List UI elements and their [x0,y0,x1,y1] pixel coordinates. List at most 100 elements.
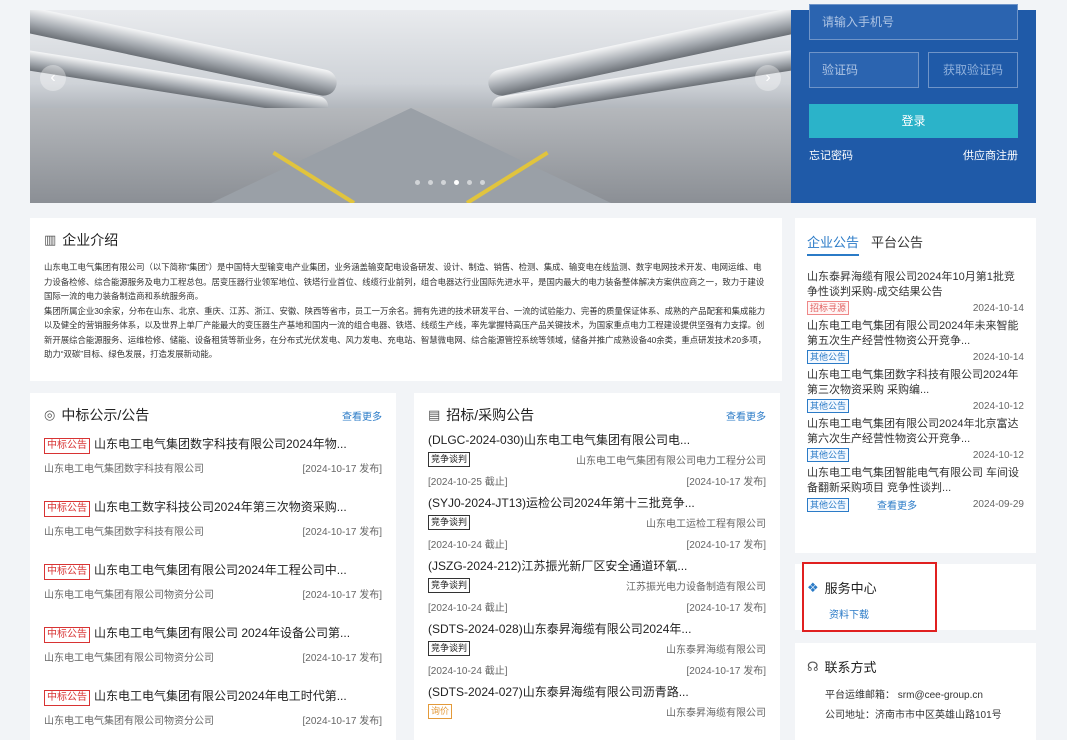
tender-item-deadline: [2024-10-24 截止] [428,603,508,614]
forgot-password-link[interactable]: 忘记密码 [809,147,853,163]
list-item[interactable]: 山东泰昇海缆有限公司2024年10月第1批竞争性谈判采购-成交结果公告 招标寻源 2… [807,270,1024,315]
announcement-date: 2024-10-12 [972,400,1024,412]
tender-item-deadline: [2024-10-24 截止] [428,540,508,551]
get-code-button[interactable]: 获取验证码 [928,52,1018,88]
tender-badge: 竞争谈判 [428,578,471,593]
list-item[interactable]: 中标公告 山东电工电气集团数字科技有限公司2024年物... 山东电工电气集团数字科… [44,435,382,498]
headset-icon: ☊ [807,658,819,674]
list-item[interactable]: 中标公告 山东电工电气集团有限公司2024年电工时代第... 山东电工电气集团有限公… [44,687,382,740]
announcement-meta: 招标寻源 2024-10-14 [807,301,1024,315]
carousel-dot-active[interactable] [454,180,459,185]
winning-item-title-row: 中标公告 山东电工电气集团数字科技有限公司2024年物... [44,435,382,454]
tender-item-dates: [2024-10-24 截止] [2024-10-17 发布] [428,536,766,551]
winning-item-org: 山东电工电气集团数字科技有限公司 [44,527,204,538]
winning-item-org: 山东电工电气集团有限公司物资分公司 [44,653,214,664]
document-icon: ▤ [428,407,441,422]
carousel-dot[interactable] [428,180,433,185]
tender-item-org: 江苏振光电力设备制造有限公司 [626,582,766,593]
winning-item-date: [2024-10-17 发布] [302,590,383,601]
carousel-dot[interactable] [415,180,420,185]
announcement-list: 山东泰昇海缆有限公司2024年10月第1批竞争性谈判采购-成交结果公告 招标寻源 2… [807,270,1024,512]
winning-bids-card: ◎ 中标公示/公告 查看更多 中标公告 山东电工电气集团数字科技有限公司2024年… [30,393,396,740]
tender-item-title[interactable]: (DLGC-2024-030)山东电工电气集团有限公司电... [428,431,766,448]
contact-address: 公司地址：济南市市中区英雄山路101号 [825,710,1002,721]
carousel-prev-icon[interactable]: ‹ [40,65,66,91]
tender-list: (DLGC-2024-030)山东电工电气集团有限公司电... 竞争谈判 山东电工电… [428,431,766,740]
winning-item-meta: 山东电工电气集团数字科技有限公司 [2024-10-17 发布] [44,460,382,475]
announcement-meta-left: 其他公告 [807,399,850,413]
list-item[interactable]: (SYJ0-2024-JT13)运检公司2024年第十三批竞争... 竞争谈判 山东… [428,494,766,557]
winning-item-title[interactable]: 山东电工电气集团数字科技有限公司2024年物... [94,437,347,451]
carousel-next-icon[interactable]: › [755,65,781,91]
tender-item-org: 山东电工电气集团有限公司电力工程分公司 [576,456,766,467]
list-item[interactable]: 山东电工电气集团数字科技有限公司2024年第三次物资采购 采购编... 其他公告 2… [807,368,1024,413]
announcement-tabs: 企业公告 平台公告 [807,232,1024,256]
list-item[interactable]: (SDTS-2024-028)山东泰昇海缆有限公司2024年... 竞争谈判 山东泰… [428,620,766,683]
list-item[interactable]: (DLGC-2024-030)山东电工电气集团有限公司电... 竞争谈判 山东电工电… [428,431,766,494]
contact-title: 联系方式 [824,660,877,675]
winning-item-date: [2024-10-17 发布] [302,653,383,664]
announcement-meta: 其他公告 2024-10-12 [807,448,1024,462]
phone-input[interactable] [809,4,1018,40]
list-item[interactable]: (JSZG-2024-212)江苏振光新厂区安全通道环氧... 竞争谈判 江苏振光电… [428,557,766,620]
announcement-meta: 其他公告 2024-10-12 [807,399,1024,413]
announcement-badge: 招标寻源 [807,301,850,315]
announcement-title[interactable]: 山东电工电气集团有限公司2024年未来智能第五次生产经营性物资公开竞争... [807,319,1024,349]
announcements-more-link[interactable]: 查看更多 [877,497,917,512]
banner-carousel[interactable]: ‹ › [30,10,791,203]
winning-item-meta: 山东电工电气集团有限公司物资分公司 [2024-10-17 发布] [44,712,382,727]
highlight-box [802,562,937,632]
tab-enterprise-announcements[interactable]: 企业公告 [807,232,860,256]
intro-title: 企业介绍 [62,232,119,248]
carousel-dot[interactable] [441,180,446,185]
winning-item-title[interactable]: 山东电工电气集团有限公司2024年工程公司中... [94,563,347,577]
announcement-meta-left: 其他公告 [807,350,850,364]
tender-item-title[interactable]: (SYJ0-2024-JT13)运检公司2024年第十三批竞争... [428,494,766,511]
winning-item-org: 山东电工电气集团有限公司物资分公司 [44,590,214,601]
list-item[interactable]: (SDTS-2024-027)山东泰昇海缆有限公司沥青路... 询价 山东泰昇海缆有… [428,683,766,740]
announcement-title[interactable]: 山东电工电气集团数字科技有限公司2024年第三次物资采购 采购编... [807,368,1024,398]
tender-item-dates: [2024-10-24 截止] [2024-10-17 发布] [428,599,766,614]
announcement-date: 2024-10-14 [972,351,1024,363]
winning-list: 中标公告 山东电工电气集团数字科技有限公司2024年物... 山东电工电气集团数字科… [44,435,382,740]
list-item[interactable]: 山东电工电气集团智能电气有限公司 车间设备翻新采购项目 竞争性谈判... 其他公告… [807,466,1024,512]
winning-item-meta: 山东电工电气集团有限公司物资分公司 [2024-10-17 发布] [44,586,382,601]
list-item[interactable]: 中标公告 山东电工电气集团有限公司 2024年设备公司第... 山东电工电气集团有限… [44,624,382,687]
announcement-title[interactable]: 山东电工电气集团有限公司2024年北京富达第六次生产经营性物资公开竞争... [807,417,1024,447]
winning-item-meta: 山东电工电气集团有限公司物资分公司 [2024-10-17 发布] [44,649,382,664]
list-item[interactable]: 中标公告 山东电工电气集团有限公司2024年工程公司中... 山东电工电气集团有限公… [44,561,382,624]
list-item[interactable]: 中标公告 山东电工数字科技公司2024年第三次物资采购... 山东电工电气集团数字科… [44,498,382,561]
winning-more-link[interactable]: 查看更多 [342,408,382,423]
winning-item-meta: 山东电工电气集团数字科技有限公司 [2024-10-17 发布] [44,523,382,538]
tender-item-org: 山东泰昇海缆有限公司 [666,708,766,719]
announcement-date: 2024-10-12 [972,449,1024,461]
tender-item-title[interactable]: (SDTS-2024-028)山东泰昇海缆有限公司2024年... [428,620,766,637]
code-input[interactable] [809,52,919,88]
tender-item-title[interactable]: (SDTS-2024-027)山东泰昇海缆有限公司沥青路... [428,683,766,700]
winning-item-title-row: 中标公告 山东电工电气集团有限公司2024年工程公司中... [44,561,382,580]
winning-item-title[interactable]: 山东电工电气集团有限公司 2024年设备公司第... [94,626,350,640]
tab-platform-announcements[interactable]: 平台公告 [871,232,923,256]
winning-item-title[interactable]: 山东电工数字科技公司2024年第三次物资采购... [94,500,347,514]
tender-item-dates: [2024-10-24 截止] [2024-10-17 发布] [428,662,766,677]
supplier-register-link[interactable]: 供应商注册 [963,147,1018,163]
list-item[interactable]: 山东电工电气集团有限公司2024年未来智能第五次生产经营性物资公开竞争... 其他… [807,319,1024,364]
carousel-indicators[interactable] [415,180,485,185]
tender-item-deadline: [2024-10-25 截止] [428,477,508,488]
announcement-date: 2024-10-14 [972,302,1024,314]
announcement-title[interactable]: 山东电工电气集团智能电气有限公司 车间设备翻新采购项目 竞争性谈判... [807,466,1024,496]
carousel-dot[interactable] [467,180,472,185]
login-button[interactable]: 登录 [809,104,1018,138]
tender-badge: 竞争谈判 [428,515,471,530]
carousel-dot[interactable] [480,180,485,185]
announcement-title[interactable]: 山东泰昇海缆有限公司2024年10月第1批竞争性谈判采购-成交结果公告 [807,270,1024,300]
winning-item-title[interactable]: 山东电工电气集团有限公司2024年电工时代第... [94,689,347,703]
company-intro-card: ▥ 企业介绍 山东电工电气集团有限公司（以下简称“集团”）是中国特大型输变电产业… [30,218,782,381]
contact-email: 平台运维邮箱： srm@cee-group.cn [825,690,983,701]
winning-item-title-row: 中标公告 山东电工数字科技公司2024年第三次物资采购... [44,498,382,517]
tender-item-title[interactable]: (JSZG-2024-212)江苏振光新厂区安全通道环氧... [428,557,766,574]
list-item[interactable]: 山东电工电气集团有限公司2024年北京富达第六次生产经营性物资公开竞争... 其他… [807,417,1024,462]
winning-item-date: [2024-10-17 发布] [302,716,383,727]
announcement-meta-left: 其他公告 查看更多 [807,497,917,512]
tender-more-link[interactable]: 查看更多 [726,408,766,423]
